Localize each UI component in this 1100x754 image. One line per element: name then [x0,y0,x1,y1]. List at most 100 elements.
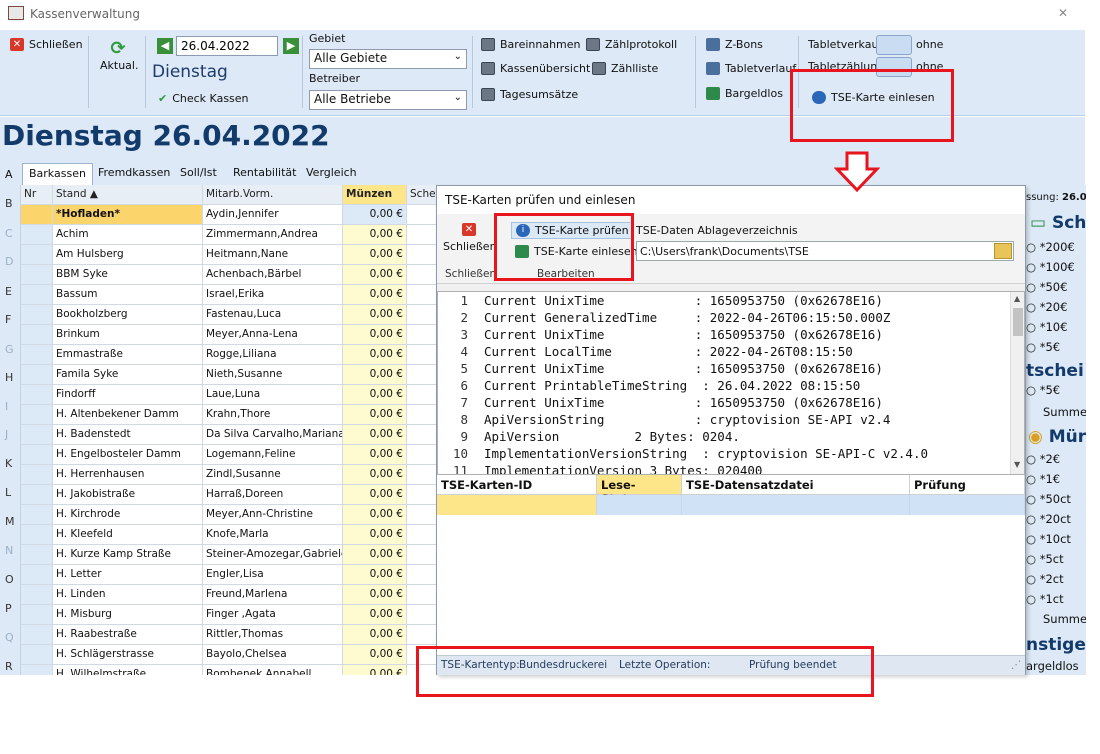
cell-staff[interactable]: Heitmann,Nane [203,245,343,265]
coin-row[interactable]: ○ *1€ [1026,472,1060,486]
row-letter[interactable]: P [5,602,12,615]
cell-notes[interactable] [407,605,436,625]
cell-coins[interactable]: 0,00 € [343,465,407,485]
cell-nr[interactable] [21,205,53,225]
coin-row[interactable]: ○ *5ct [1026,552,1064,566]
table-row[interactable]: H. Kurze Kamp Straße Steiner-Amozegar,Gab… [21,545,436,565]
cell-notes[interactable] [407,225,436,245]
cell-notes[interactable] [407,545,436,565]
table-cell[interactable] [437,495,597,515]
cell-stand[interactable]: H. Altenbekener Damm [53,405,203,425]
cell-stand[interactable]: H. Linden [53,585,203,605]
folder-icon[interactable] [994,243,1012,259]
col-header-notes[interactable]: Schei [407,185,436,205]
note-row[interactable]: ○ *100€ [1026,260,1075,274]
log-scrollbar[interactable]: ▲ ▼ [1010,292,1024,474]
tab-fremdkassen[interactable]: Fremdkassen [92,163,176,185]
table-row[interactable]: *Hofladen* Aydin,Jennifer 0,00 € [21,205,436,225]
cell-stand[interactable]: H. Wilhelmstraße [53,665,203,675]
cell-staff[interactable]: Rittler,Thomas [203,625,343,645]
coin-row[interactable]: ○ *50ct [1026,492,1071,506]
operator-select[interactable]: Alle Betriebe ⌄ [309,90,467,110]
voucher-row[interactable]: ○ *5€ [1026,383,1060,397]
dialog-close-button[interactable]: ✕ Schließen [443,222,497,253]
cell-staff[interactable]: Knofe,Marla [203,525,343,545]
row-letter[interactable]: E [5,285,12,298]
col-header-nr[interactable]: Nr [21,185,53,205]
close-window-icon[interactable]: ✕ [1058,6,1068,20]
tse-dir-field[interactable]: C:\Users\frank\Documents\TSE [636,241,1014,261]
table-row[interactable]: H. Wilhelmstraße Bombenek,Annabell 0,00 € [21,665,436,675]
cell-staff[interactable]: Zimmermann,Andrea [203,225,343,245]
row-letter[interactable]: R [5,660,13,673]
row-letter[interactable]: G [5,343,14,356]
cell-nr[interactable] [21,405,53,425]
check-cash-button[interactable]: ✔ Check Kassen [158,92,249,105]
cell-staff[interactable]: Engler,Lisa [203,565,343,585]
close-button[interactable]: ✕ Schließen [10,38,83,51]
cell-nr[interactable] [21,465,53,485]
row-letter[interactable]: D [5,255,13,268]
table-row[interactable]: Achim Zimmermann,Andrea 0,00 € [21,225,436,245]
cell-coins[interactable]: 0,00 € [343,285,407,305]
cell-staff[interactable]: Aydin,Jennifer [203,205,343,225]
tab-soll-ist[interactable]: Soll/Ist [174,163,223,185]
cell-stand[interactable]: H. Schlägerstrasse [53,645,203,665]
cell-coins[interactable]: 0,00 € [343,625,407,645]
row-letter[interactable]: I [5,400,8,413]
daily-sales-button[interactable]: Tagesumsätze [481,88,578,101]
cell-nr[interactable] [21,485,53,505]
row-letter[interactable]: N [5,544,13,557]
cell-staff[interactable]: Steiner-Amozegar,Gabriele [203,545,343,565]
cash-income-button[interactable]: Bareinnahmen [481,38,581,51]
cell-staff[interactable]: Zindl,Susanne [203,465,343,485]
note-row[interactable]: ○ *10€ [1026,320,1067,334]
cell-stand[interactable]: H. Jakobistraße [53,485,203,505]
cell-coins[interactable]: 0,00 € [343,605,407,625]
cell-stand[interactable]: H. Engelbosteler Damm [53,445,203,465]
coin-row[interactable]: ○ *2ct [1026,572,1064,586]
count-list-button[interactable]: Zählliste [592,62,658,75]
refresh-button[interactable]: ⟳ Aktual. [100,38,138,72]
coin-row[interactable]: ○ *2€ [1026,452,1060,466]
scroll-up-icon[interactable]: ▲ [1014,294,1020,303]
cell-nr[interactable] [21,625,53,645]
cell-notes[interactable] [407,625,436,645]
cell-nr[interactable] [21,265,53,285]
cell-coins[interactable]: 0,00 € [343,645,407,665]
row-letter[interactable]: O [5,573,14,586]
cashless-button[interactable]: Bargeldlos [706,87,783,100]
cell-notes[interactable] [407,585,436,605]
tse-log-view[interactable]: 1 Current UnixTime : 1650953750 (0x62678E… [437,291,1025,475]
col-header-read-status[interactable]: Lese-Status [597,475,682,506]
tab-rentabilitaet[interactable]: Rentabilität [227,163,302,185]
cell-coins[interactable]: 0,00 € [343,245,407,265]
cell-nr[interactable] [21,605,53,625]
cell-notes[interactable] [407,525,436,545]
table-row[interactable]: Bassum Israel,Erika 0,00 € [21,285,436,305]
cell-notes[interactable] [407,485,436,505]
table-row[interactable]: Famila Syke Nieth,Susanne 0,00 € [21,365,436,385]
col-header-dataset-file[interactable]: TSE-Datensatzdatei [682,475,910,495]
cell-nr[interactable] [21,285,53,305]
table-row[interactable]: Brinkum Meyer,Anna-Lena 0,00 € [21,325,436,345]
cell-staff[interactable]: Bayolo,Chelsea [203,645,343,665]
cell-stand[interactable]: H. Misburg [53,605,203,625]
table-row[interactable]: H. Jakobistraße Harraß,Doreen 0,00 € [21,485,436,505]
zbons-button[interactable]: Z-Bons [706,38,763,51]
cell-stand[interactable]: Achim [53,225,203,245]
table-row[interactable]: Am Hulsberg Heitmann,Nane 0,00 € [21,245,436,265]
cell-coins[interactable]: 0,00 € [343,265,407,285]
cell-staff[interactable]: Da Silva Carvalho,Mariana [203,425,343,445]
cell-nr[interactable] [21,525,53,545]
cell-stand[interactable]: Emmastraße [53,345,203,365]
cell-stand[interactable]: H. Letter [53,565,203,585]
cell-notes[interactable] [407,245,436,265]
cell-nr[interactable] [21,385,53,405]
cell-notes[interactable] [407,285,436,305]
cell-stand[interactable]: Famila Syke [53,365,203,385]
col-header-coins[interactable]: Münzen [343,185,407,205]
cell-staff[interactable]: Nieth,Susanne [203,365,343,385]
cell-nr[interactable] [21,325,53,345]
coin-row[interactable]: ○ *10ct [1026,532,1071,546]
